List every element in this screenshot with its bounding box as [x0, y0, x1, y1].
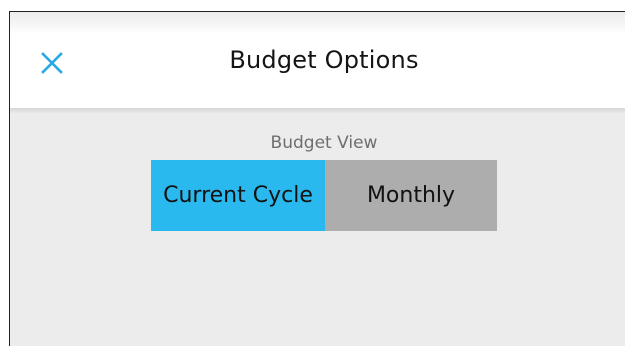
- status-strip: [10, 12, 625, 34]
- segment-current-cycle[interactable]: Current Cycle: [151, 160, 325, 231]
- app-frame: Budget Options Budget View Current Cycle…: [0, 0, 625, 346]
- page-title: Budget Options: [229, 46, 419, 74]
- budget-view-label: Budget View: [270, 133, 378, 153]
- budget-view-segmented-control: Current Cycle Monthly: [151, 160, 497, 231]
- top-edge: [0, 0, 625, 11]
- segment-monthly[interactable]: Monthly: [325, 160, 497, 231]
